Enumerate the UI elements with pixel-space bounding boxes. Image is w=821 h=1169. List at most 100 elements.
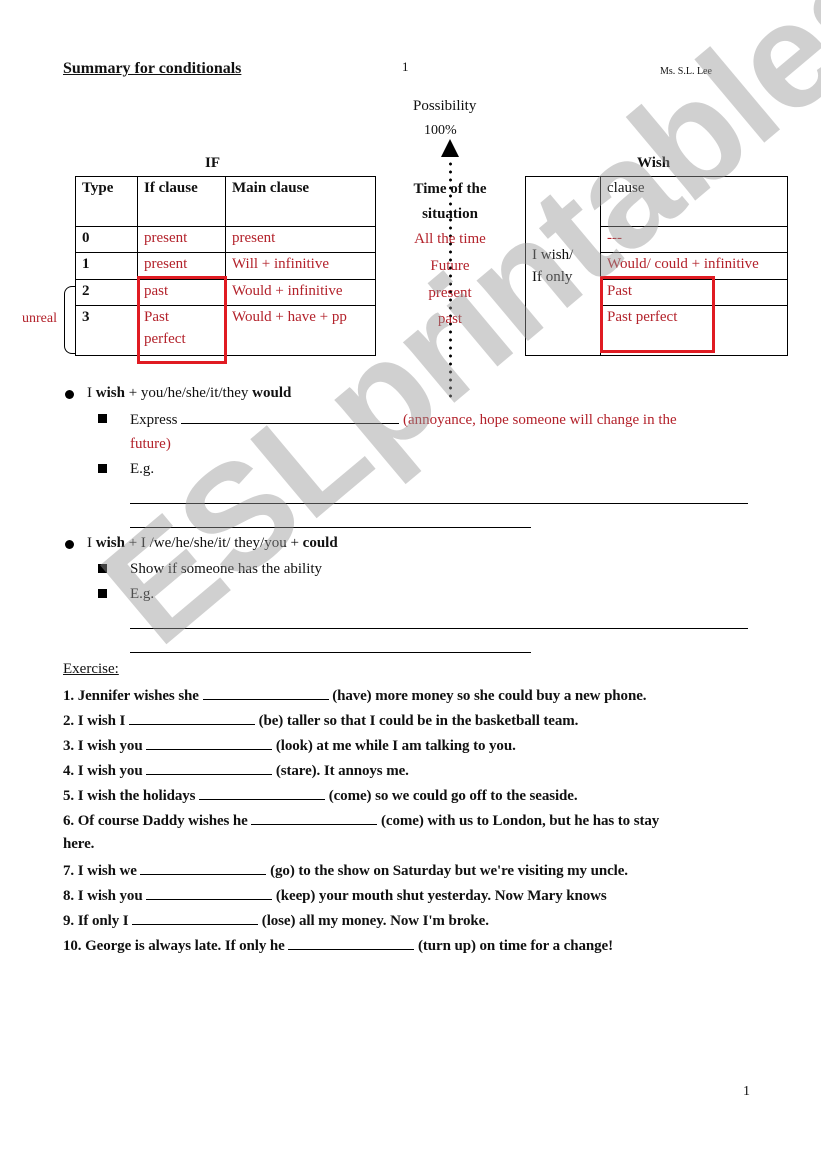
bullet-bold: wish [95, 535, 125, 551]
header-main-clause: Main clause [225, 176, 376, 227]
exercise-text: (lose) all my money. Now I'm broke. [261, 913, 489, 929]
answer-line[interactable] [130, 652, 531, 653]
exercise-text: (turn up) on time for a change! [418, 938, 613, 954]
exercise-item: 6. Of course Daddy wishes he (come) with… [63, 811, 659, 830]
could-bullet: I wish + I /we/he/she/it/ they/you + cou… [87, 535, 338, 552]
main-clause-cell: Will + infinitive [225, 252, 376, 280]
page-number-top: 1 [402, 59, 409, 74]
exercise-text: 1. Jennifer wishes she [63, 688, 199, 704]
wish-left-line: I wish/ [532, 246, 574, 263]
exercise-text: (come) with us to London, but he has to … [381, 813, 660, 829]
exercise-text: (have) more money so she could buy a new… [332, 688, 647, 704]
bullet-square-icon [98, 414, 107, 423]
wish-table-label: Wish [637, 155, 671, 171]
exercise-text: (stare). It annoys me. [275, 763, 409, 779]
header-if-clause: If clause [137, 176, 226, 227]
bullet-bold: could [302, 535, 338, 551]
express-blank[interactable] [181, 411, 400, 424]
bullet-bold: would [252, 385, 292, 401]
table-row: 0 present present [75, 226, 376, 253]
arrow-up-icon [441, 139, 459, 157]
exercise-item: 2. I wish I (be) taller so that I could … [63, 711, 578, 730]
main-clause-cell: Would + have + pp [225, 305, 376, 356]
express-label: Express [130, 412, 178, 428]
eg-label: E.g. [130, 461, 155, 477]
exercise-text: 8. I wish you [63, 888, 143, 904]
exercise-text: 2. I wish I [63, 713, 126, 729]
table-header-row: Type If clause Main clause [75, 176, 376, 227]
exercise-item-cont: here. [63, 836, 95, 852]
answer-line[interactable] [130, 527, 531, 528]
exercise-blank[interactable] [251, 811, 378, 825]
exercise-blank[interactable] [202, 686, 329, 700]
time-header-line1: Time of the [413, 181, 487, 197]
bullet-text: I [87, 535, 96, 551]
exercise-text: 7. I wish we [63, 863, 137, 879]
wish-row-cell: --- [600, 226, 788, 253]
bullet-text: + you/he/she/it/they [124, 385, 253, 401]
exercise-item: 3. I wish you (look) at me while I am ta… [63, 736, 516, 755]
answer-line[interactable] [130, 503, 748, 504]
brace-bracket [64, 286, 75, 354]
main-clause-cell: present [225, 226, 376, 253]
time-value: past [437, 311, 463, 327]
express-note: (annoyance, hope someone will change in … [403, 412, 677, 428]
possibility-label: Possibility [413, 98, 477, 114]
exercise-blank[interactable] [146, 761, 273, 775]
type-cell: 3 [75, 305, 138, 356]
highlight-box-wish-past [600, 276, 715, 353]
time-value: Future [430, 258, 470, 274]
exercise-text: (keep) your mouth shut yesterday. Now Ma… [275, 888, 607, 904]
bullet-bold: wish [95, 385, 125, 401]
exercise-item: 8. I wish you (keep) your mouth shut yes… [63, 886, 607, 905]
exercise-item: 4. I wish you (stare). It annoys me. [63, 761, 409, 780]
bullet-square-icon [98, 564, 107, 573]
exercise-text: (look) at me while I am talking to you. [275, 738, 516, 754]
exercise-text: 9. If only I [63, 913, 129, 929]
exercise-text: 4. I wish you [63, 763, 143, 779]
wish-left-line: If only [532, 268, 573, 285]
exercise-text: 3. I wish you [63, 738, 143, 754]
time-value: All the time [414, 231, 486, 247]
exercise-item: 7. I wish we (go) to the show on Saturda… [63, 861, 628, 880]
bullet-dot-icon [65, 540, 74, 549]
express-line: Express (annoyance, hope someone will ch… [130, 411, 677, 429]
exercise-blank[interactable] [288, 936, 415, 950]
exercise-item: 5. I wish the holidays (come) so we coul… [63, 786, 578, 805]
exercise-blank[interactable] [146, 886, 273, 900]
type-cell: 2 [75, 279, 138, 306]
page-title: Summary for conditionals [63, 60, 242, 77]
main-clause-cell: Would + infinitive [225, 279, 376, 306]
exercise-blank[interactable] [199, 786, 326, 800]
exercise-blank[interactable] [132, 911, 259, 925]
header-type: Type [75, 176, 138, 227]
time-value: present [428, 285, 472, 301]
bullet-text: I [87, 385, 96, 401]
unreal-label: unreal [22, 311, 57, 326]
exercise-text: 6. Of course Daddy wishes he [63, 813, 248, 829]
would-bullet: I wish + you/he/she/it/they would [87, 385, 291, 402]
bullet-text: + I /we/he/she/it/ they/you + [124, 535, 303, 551]
if-clause-cell: present [137, 226, 226, 253]
wish-header-cell: clause [600, 176, 788, 227]
exercise-item: 10. George is always late. If only he (t… [63, 936, 613, 955]
exercise-blank[interactable] [146, 736, 273, 750]
exercise-text: (go) to the show on Saturday but we're v… [270, 863, 628, 879]
eg-label: E.g. [130, 586, 155, 602]
exercise-item: 9. If only I (lose) all my money. Now I'… [63, 911, 489, 930]
exercise-text: (come) so we could go off to the seaside… [328, 788, 578, 804]
bullet-dot-icon [65, 390, 74, 399]
time-header-line2: situation [422, 206, 478, 222]
exercise-text: 5. I wish the holidays [63, 788, 196, 804]
answer-line[interactable] [130, 628, 748, 629]
express-note-cont: future) [130, 436, 171, 452]
exercise-blank[interactable] [140, 861, 267, 875]
page-number-bottom: 1 [743, 1084, 750, 1099]
exercise-heading: Exercise: [63, 661, 119, 677]
type-cell: 0 [75, 226, 138, 253]
possibility-percent: 100% [424, 123, 457, 138]
highlight-box-if-past [137, 276, 227, 364]
ability-label: Show if someone has the ability [130, 561, 323, 577]
exercise-blank[interactable] [128, 711, 255, 725]
exercise-text: 10. George is always late. If only he [63, 938, 285, 954]
